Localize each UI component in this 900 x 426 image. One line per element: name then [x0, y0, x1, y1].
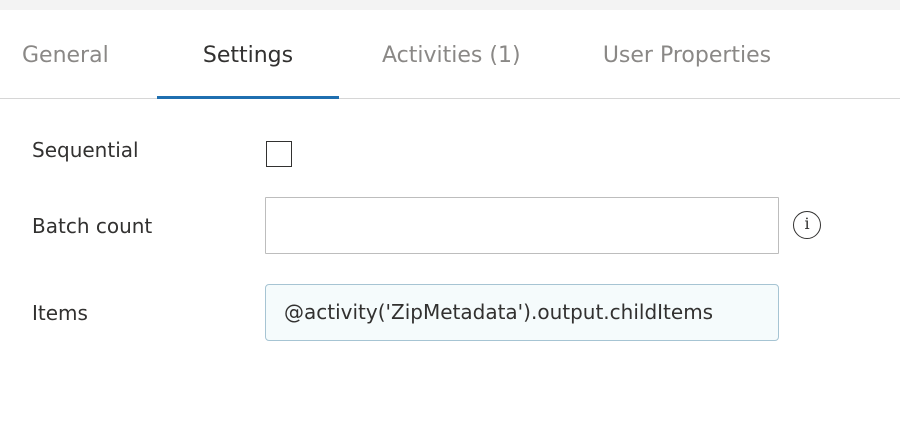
batch-count-input[interactable]: [265, 197, 779, 254]
batch-count-label: Batch count: [32, 214, 153, 238]
tab-activities[interactable]: Activities (1): [382, 10, 521, 98]
sequential-label: Sequential: [32, 138, 139, 162]
items-label: Items: [32, 301, 88, 325]
tab-general[interactable]: General: [22, 10, 109, 98]
info-icon[interactable]: i: [793, 211, 821, 239]
sequential-checkbox[interactable]: [266, 141, 292, 167]
items-expression-field[interactable]: @activity('ZipMetadata').output.childIte…: [265, 284, 779, 341]
tab-settings[interactable]: Settings: [157, 10, 339, 99]
tab-user-properties[interactable]: User Properties: [602, 10, 772, 98]
tab-bar: General Settings Activities (1) User Pro…: [0, 10, 900, 99]
top-strip: [0, 0, 900, 10]
